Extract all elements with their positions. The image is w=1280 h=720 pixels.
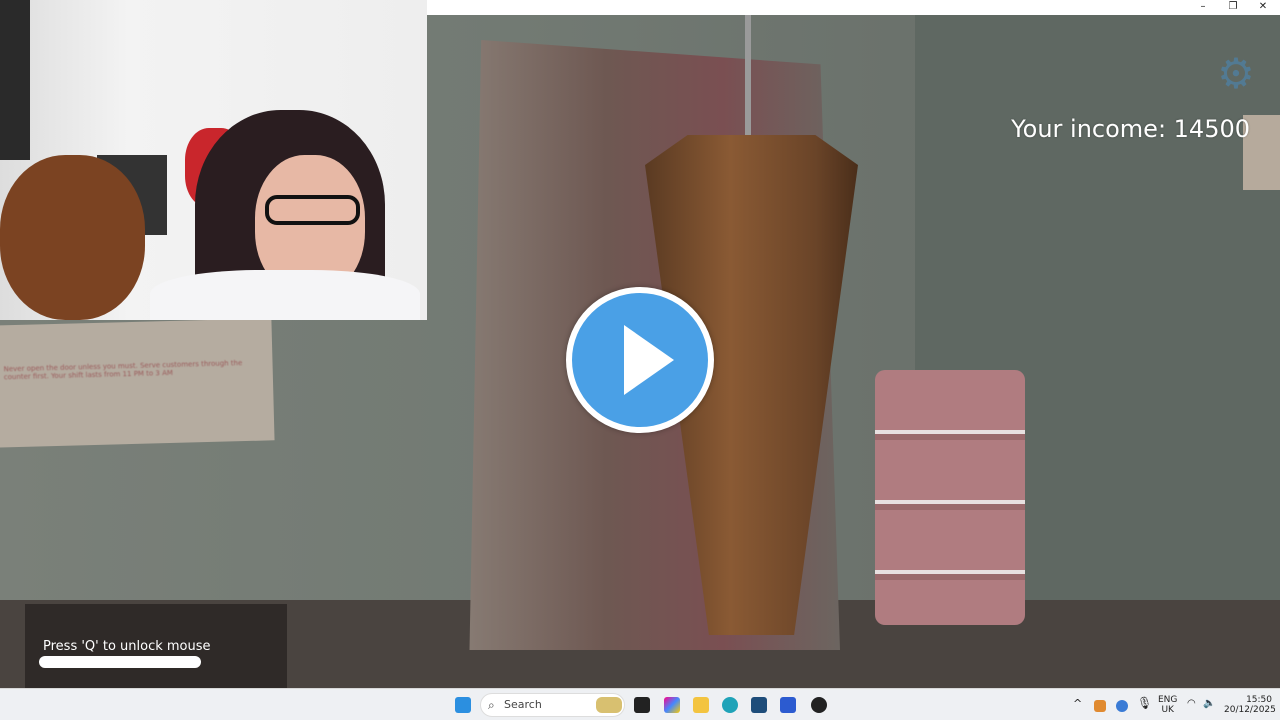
volume-icon[interactable]: 🔈 [1203,699,1215,709]
search-placeholder: Search [504,698,542,711]
note-text: Never open the door unless you must. Ser… [3,359,243,382]
roblox-studio-icon[interactable] [780,697,796,713]
microphone-icon[interactable]: 🎙 [1137,697,1152,709]
title-bar: – ❐ ✕ [427,0,1280,15]
language: ENG [1158,695,1178,705]
door [0,0,30,160]
glasses [265,195,360,225]
region: UK [1161,705,1174,715]
gear-icon[interactable]: ⚙ [1216,53,1256,95]
hint-progress-bar [39,656,201,668]
sync-icon[interactable] [1094,700,1106,712]
onedrive-icon[interactable] [1116,700,1128,712]
taskbar: ⌕ Search ^ 🎙 ENG UK ◠ 🔈 15:50 20/12/2025 [0,688,1280,720]
obs-icon[interactable] [811,697,827,713]
time: 15:50 [1246,695,1272,705]
date: 20/12/2025 [1224,705,1276,715]
wifi-icon[interactable]: ◠ [1187,699,1196,709]
unlock-mouse-hint: Press 'Q' to unlock mouse [43,639,211,654]
webcam-overlay [0,0,427,320]
store-icon[interactable] [751,697,767,713]
restore-button[interactable]: ❐ [1218,0,1248,15]
person-left [0,155,145,320]
income-display: Your income: 14500 [1011,115,1250,143]
streamer [150,110,420,320]
clock[interactable]: 15:50 20/12/2025 [1224,695,1276,715]
task-view-icon[interactable] [634,697,650,713]
copilot-icon[interactable] [664,697,680,713]
play-icon[interactable] [566,287,714,433]
skewer-rod [745,15,751,140]
shirt [150,270,420,320]
file-explorer-icon[interactable] [693,697,709,713]
windows-start-icon[interactable] [455,697,471,713]
wall-note: Never open the door unless you must. Ser… [0,318,275,448]
close-button[interactable]: ✕ [1248,0,1278,15]
pot-stack[interactable] [875,370,1025,625]
search-highlight-icon[interactable] [596,697,622,713]
chevron-up-icon[interactable]: ^ [1073,698,1082,709]
language-indicator[interactable]: ENG UK [1158,695,1177,715]
edge-icon[interactable] [722,697,738,713]
search-icon: ⌕ [488,698,495,712]
minimize-button[interactable]: – [1188,0,1218,15]
